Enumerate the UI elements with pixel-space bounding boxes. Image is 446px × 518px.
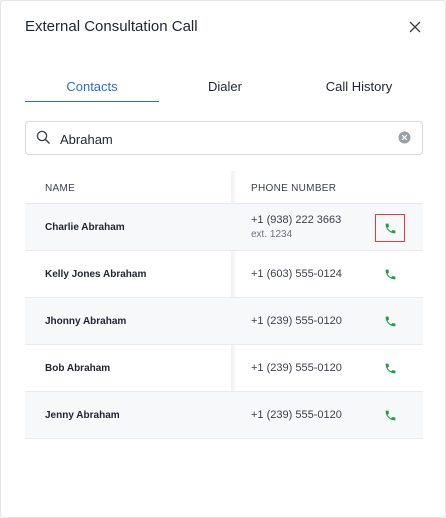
contact-name: Bob Abraham xyxy=(45,362,111,374)
search-icon xyxy=(36,130,50,144)
tab-dialer[interactable]: Dialer xyxy=(175,77,275,101)
contact-name: Jenny Abraham xyxy=(45,409,120,421)
clear-icon[interactable] xyxy=(398,131,411,144)
contact-name: Jhonny Abraham xyxy=(45,315,127,327)
tab-bar: Contacts Dialer Call History xyxy=(25,77,423,103)
contact-phone-cell: +1 (239) 555-0120 xyxy=(251,392,342,438)
contact-phone-cell: +1 (239) 555-0120 xyxy=(251,345,342,391)
call-button[interactable] xyxy=(377,357,403,379)
table-row[interactable]: Bob Abraham +1 (239) 555-0120 xyxy=(25,344,423,391)
call-button[interactable] xyxy=(377,310,403,332)
call-button[interactable] xyxy=(377,404,403,426)
contact-phone: +1 (938) 222 3663 xyxy=(251,214,342,226)
contact-phone: +1 (239) 555-0120 xyxy=(251,315,342,327)
call-button[interactable] xyxy=(375,214,405,242)
contact-phone-cell: +1 (239) 555-0120 xyxy=(251,298,342,344)
contact-phone-cell: +1 (938) 222 3663 ext. 1234 xyxy=(251,204,341,250)
contact-name: Kelly Jones Abraham xyxy=(45,268,147,280)
dialog-title: External Consultation Call xyxy=(25,18,198,35)
call-button[interactable] xyxy=(377,263,403,285)
contact-name: Charlie Abraham xyxy=(45,221,125,233)
header-phone: PHONE NUMBER xyxy=(251,183,337,194)
close-icon xyxy=(409,21,421,33)
tab-call-history[interactable]: Call History xyxy=(309,77,409,101)
contact-phone: +1 (239) 555-0120 xyxy=(251,409,342,421)
header-name: NAME xyxy=(45,183,76,194)
table-header: NAME PHONE NUMBER xyxy=(25,171,423,203)
phone-icon xyxy=(385,363,395,373)
contacts-table: NAME PHONE NUMBER Charlie Abraham +1 (93… xyxy=(25,171,423,439)
table-row[interactable]: Jenny Abraham +1 (239) 555-0120 xyxy=(25,391,423,439)
contact-phone-cell: +1 (603) 555-0124 xyxy=(251,251,342,297)
consultation-dialog: External Consultation Call Contacts Dial… xyxy=(0,0,446,518)
tab-contacts[interactable]: Contacts xyxy=(25,77,159,102)
close-button[interactable] xyxy=(405,17,425,37)
phone-icon xyxy=(385,223,395,233)
contact-extension: ext. 1234 xyxy=(251,229,293,240)
table-row[interactable]: Kelly Jones Abraham +1 (603) 555-0124 xyxy=(25,250,423,297)
table-row[interactable]: Jhonny Abraham +1 (239) 555-0120 xyxy=(25,297,423,344)
phone-icon xyxy=(385,269,395,279)
search-input[interactable] xyxy=(58,128,382,150)
contact-phone: +1 (239) 555-0120 xyxy=(251,362,342,374)
table-row[interactable]: Charlie Abraham +1 (938) 222 3663 ext. 1… xyxy=(25,203,423,250)
phone-icon xyxy=(385,410,395,420)
contact-phone: +1 (603) 555-0124 xyxy=(251,268,342,280)
search-box xyxy=(25,121,423,155)
phone-icon xyxy=(385,316,395,326)
